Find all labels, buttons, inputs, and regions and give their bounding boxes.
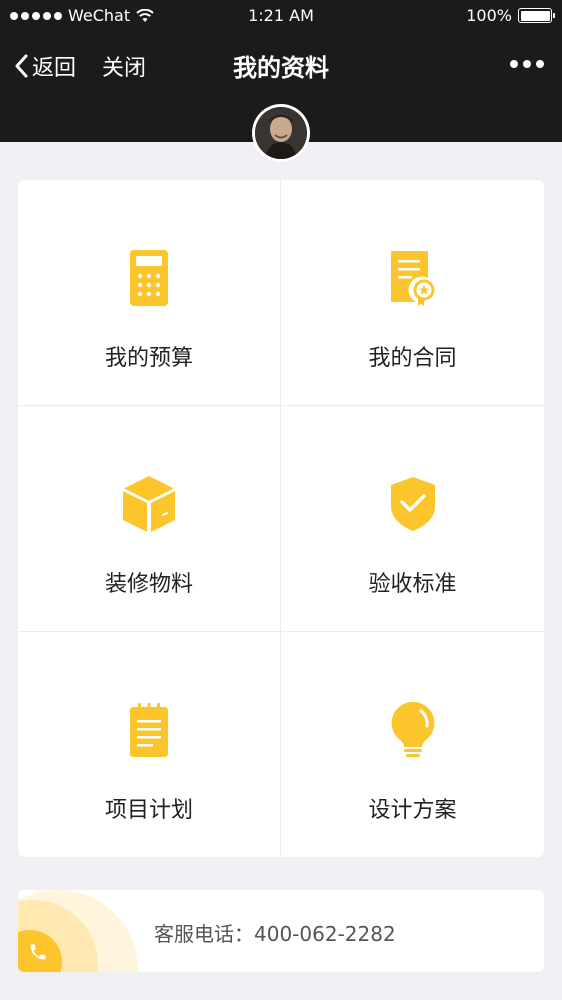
page-title: 我的资料 — [233, 54, 329, 82]
avatar[interactable] — [252, 104, 310, 162]
menu-item-label: 装修物料 — [104, 572, 193, 597]
customer-service-phone: 客服电话：400-062-2282 — [154, 922, 396, 946]
phone-icon — [30, 944, 46, 960]
avatar-image — [255, 107, 307, 159]
battery-percent: 100% — [466, 6, 512, 25]
lightbulb-icon — [391, 701, 434, 757]
more-options-button[interactable] — [510, 60, 544, 68]
menu-item-label: 我的合同 — [368, 346, 457, 371]
menu-item-project-plan[interactable]: 项目计划 — [18, 632, 281, 857]
menu-item-acceptance[interactable]: 验收标准 — [281, 406, 544, 632]
menu-grid: 我的预算 我的合同 装修物料 验收标准 项目计划 设计方案 — [18, 180, 544, 857]
box-icon — [122, 476, 176, 532]
notepad-icon — [130, 703, 168, 757]
menu-item-label: 设计方案 — [368, 798, 457, 823]
customer-service-card[interactable]: 客服电话：400-062-2282 — [18, 890, 544, 972]
contract-icon — [390, 251, 434, 306]
battery-icon — [518, 8, 555, 23]
menu-item-label: 验收标准 — [368, 572, 457, 597]
shield-check-icon — [390, 477, 435, 531]
menu-item-materials[interactable]: 装修物料 — [18, 406, 281, 632]
status-bar: WeChat 1:21 AM 100% — [0, 0, 562, 32]
nav-bar: 返回 关闭 我的资料 — [0, 40, 562, 88]
menu-item-label: 项目计划 — [104, 798, 193, 823]
menu-item-label: 我的预算 — [104, 346, 193, 371]
menu-item-contract[interactable]: 我的合同 — [281, 180, 544, 406]
menu-item-budget[interactable]: 我的预算 — [18, 180, 281, 406]
calculator-icon — [130, 250, 168, 306]
menu-item-design-plan[interactable]: 设计方案 — [281, 632, 544, 857]
